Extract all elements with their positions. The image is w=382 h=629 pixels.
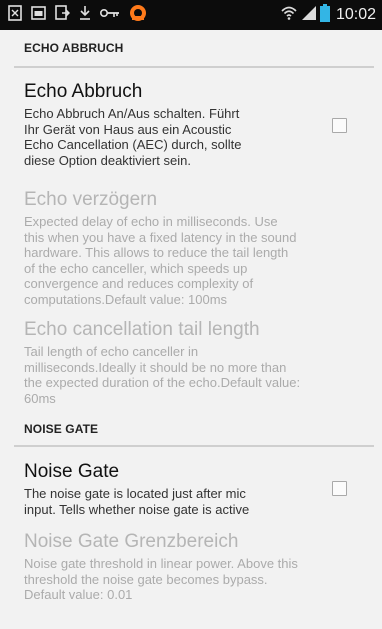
pref-summary: Tail length of echo canceller in millise… xyxy=(24,344,382,406)
summary-line: Tail length of echo canceller in xyxy=(24,344,199,359)
status-bar: 10:02 xyxy=(0,0,382,30)
pref-noise-gate[interactable]: Noise Gate The noise gate is located jus… xyxy=(0,447,382,531)
summary-line: this when you have a fixed latency in th… xyxy=(24,229,297,245)
notification-icons xyxy=(8,4,156,27)
summary-line: The noise gate is located just after mic xyxy=(24,486,246,501)
summary-line: Expected delay of echo in milliseconds. … xyxy=(24,214,278,229)
pref-echo-abbruch[interactable]: Echo Abbruch Echo Abbruch An/Aus schalte… xyxy=(0,68,382,181)
image-icon xyxy=(31,5,46,25)
noise-gate-checkbox[interactable] xyxy=(332,481,347,496)
clock: 10:02 xyxy=(335,6,376,23)
summary-line: the expected duration of the echo.Defaul… xyxy=(24,375,301,390)
transfer-icon xyxy=(55,5,71,25)
screenshot-icon xyxy=(8,4,22,26)
pref-title: Echo verzögern xyxy=(24,189,158,210)
section-header-noise-gate: NOISE GATE xyxy=(0,413,382,447)
pref-summary: Noise gate threshold in linear power. Ab… xyxy=(24,556,382,603)
system-icons: 10:02 xyxy=(281,3,376,27)
pref-title: Echo Abbruch xyxy=(24,81,143,102)
pref-title: Noise Gate xyxy=(24,461,120,482)
pref-title: Noise Gate Grenzbereich xyxy=(24,531,239,552)
pref-summary: The noise gate is located just after mic… xyxy=(24,486,382,517)
pref-summary: Echo Abbruch An/Aus schalten. Führt Ihr … xyxy=(24,106,382,168)
summary-line: threshold the noise gate becomes bypass. xyxy=(24,571,268,587)
pref-summary: Expected delay of echo in milliseconds. … xyxy=(24,214,382,307)
section-title: ECHO ABBRUCH xyxy=(24,41,124,55)
summary-line: convergence and reduces complexity of xyxy=(24,276,254,291)
battery-icon xyxy=(319,3,330,27)
signal-icon xyxy=(301,5,317,26)
section-title: NOISE GATE xyxy=(24,422,99,436)
wifi-icon xyxy=(281,5,297,26)
summary-line: diese Option deaktiviert sein. xyxy=(24,152,191,168)
summary-line: 60ms xyxy=(24,390,56,406)
pref-echo-verzoegern: Echo verzögern Expected delay of echo in… xyxy=(0,181,382,313)
summary-line: input. Tells whether noise gate is activ… xyxy=(24,501,250,517)
summary-line: Echo Abbruch An/Aus schalten. Führt xyxy=(24,106,240,121)
summary-line: hardware. This allows to reduce the tail… xyxy=(24,245,289,260)
key-icon xyxy=(99,6,120,24)
app-icon xyxy=(129,4,147,27)
pref-noise-gate-threshold: Noise Gate Grenzbereich Noise gate thres… xyxy=(0,531,382,613)
pref-echo-tail-length: Echo cancellation tail length Tail lengt… xyxy=(0,313,382,413)
download-icon xyxy=(79,5,91,26)
summary-line: milliseconds.Ideally it should be no mor… xyxy=(24,359,287,375)
section-header-echo: ECHO ABBRUCH xyxy=(0,30,382,68)
settings-list: ECHO ABBRUCH Echo Abbruch Echo Abbruch A… xyxy=(0,30,382,629)
summary-line: Noise gate threshold in linear power. Ab… xyxy=(24,556,298,571)
summary-line: of the echo canceller, which speeds up xyxy=(24,260,248,276)
echo-abbruch-checkbox[interactable] xyxy=(332,118,347,133)
summary-line: Default value: 0.01 xyxy=(24,587,133,602)
summary-line: Ihr Gerät von Haus aus ein Acoustic xyxy=(24,121,232,137)
pref-title: Echo cancellation tail length xyxy=(24,319,260,340)
summary-line: Echo Cancellation (AEC) durch, sollte xyxy=(24,137,242,152)
summary-line: computations.Default value: 100ms xyxy=(24,291,228,307)
